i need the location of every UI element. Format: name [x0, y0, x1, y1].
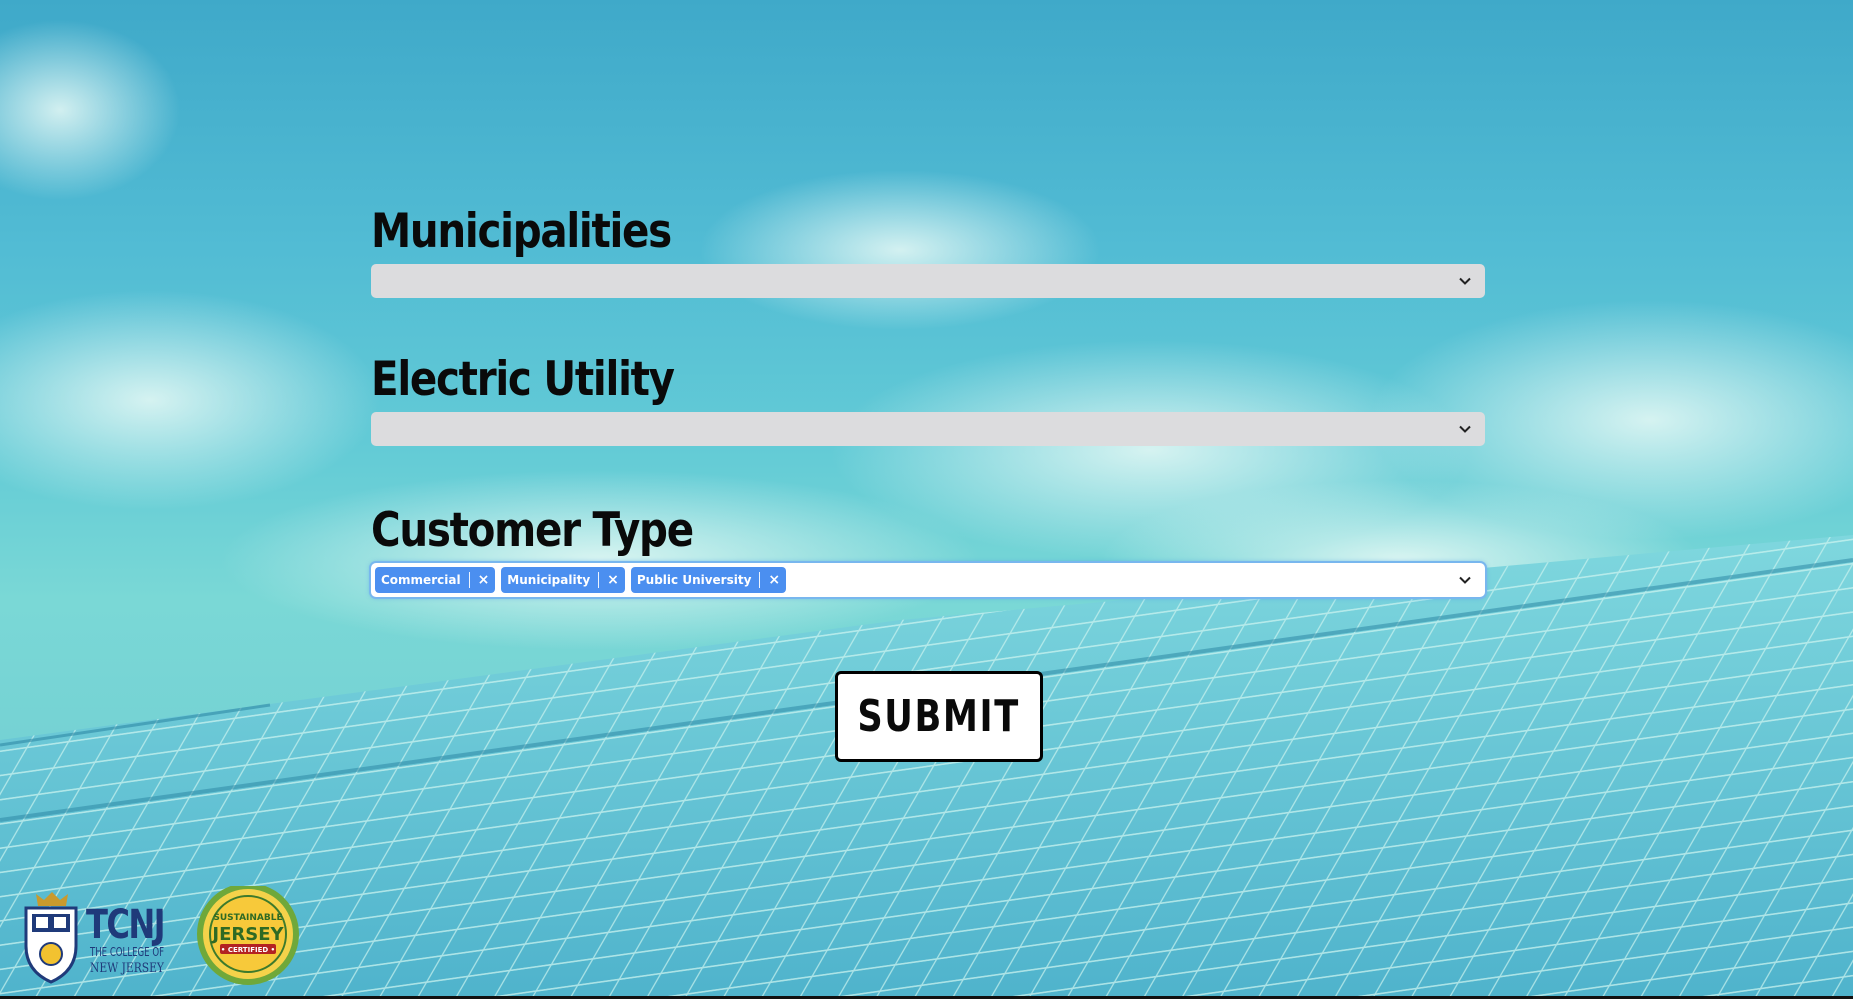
electric-utility-label: Electric Utility: [371, 352, 675, 407]
svg-text:THE COLLEGE OF: THE COLLEGE OF: [89, 945, 164, 959]
tag-municipality: Municipality ×: [501, 567, 625, 593]
tag-label: Municipality: [507, 573, 591, 587]
municipalities-select[interactable]: [371, 264, 1485, 298]
customer-type-label: Customer Type: [371, 503, 694, 558]
chevron-down-icon[interactable]: [1457, 572, 1473, 588]
chevron-down-icon[interactable]: [1457, 421, 1473, 437]
chevron-down-icon[interactable]: [1457, 273, 1473, 289]
tcnj-logo: TCNJ THE COLLEGE OF NEW JERSEY: [24, 892, 166, 984]
sustainable-jersey-logo: SUSTAINABLE JERSEY • CERTIFIED •: [197, 886, 299, 985]
municipalities-label: Municipalities: [371, 204, 672, 259]
tag-label: Public University: [636, 573, 752, 587]
tag-commercial: Commercial ×: [375, 567, 496, 593]
filter-form: Municipalities Electric Utility Customer…: [371, 200, 1485, 597]
svg-text:JERSEY: JERSEY: [210, 924, 284, 945]
page-background: Municipalities Electric Utility Customer…: [0, 0, 1853, 999]
svg-text:SUSTAINABLE: SUSTAINABLE: [213, 913, 282, 923]
close-icon[interactable]: ×: [474, 572, 494, 588]
close-icon[interactable]: ×: [764, 572, 784, 588]
selected-tags: Commercial × Municipality × Public Unive…: [375, 567, 787, 593]
svg-text:• CERTIFIED •: • CERTIFIED •: [221, 946, 275, 954]
svg-text:TCNJ: TCNJ: [86, 902, 164, 948]
partner-logos: TCNJ THE COLLEGE OF NEW JERSEY SUSTAINAB…: [24, 886, 299, 985]
tag-label: Commercial: [381, 573, 461, 587]
customer-type-select[interactable]: Commercial × Municipality × Public Unive…: [371, 563, 1485, 597]
svg-text:NEW JERSEY: NEW JERSEY: [90, 961, 164, 976]
submit-label: SUBMIT: [857, 691, 1021, 742]
close-icon[interactable]: ×: [603, 572, 623, 588]
submit-button[interactable]: SUBMIT: [835, 671, 1043, 762]
electric-utility-select[interactable]: [371, 412, 1485, 446]
tag-public-university: Public University ×: [630, 567, 787, 593]
